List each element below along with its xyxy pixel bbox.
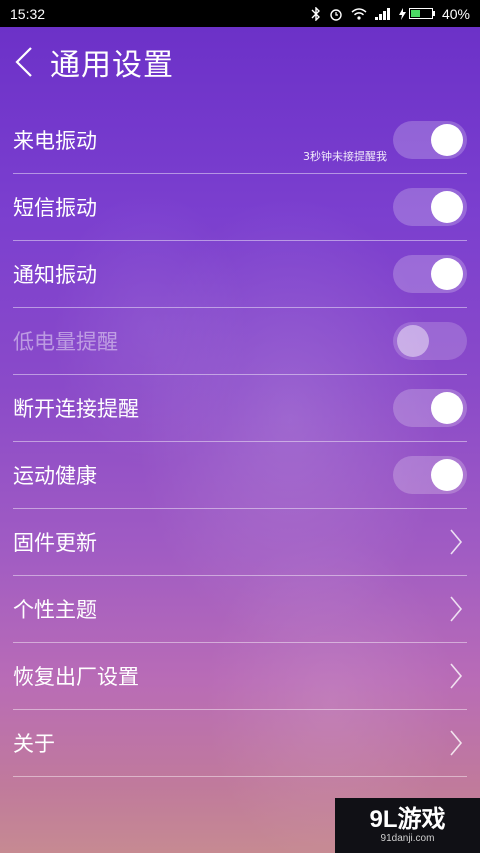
site-watermark: 9L游戏 91danji.com [335, 798, 480, 853]
setting-disconnect-alert[interactable]: 断开连接提醒 [13, 375, 467, 442]
signal-icon [374, 7, 390, 20]
setting-label: 断开连接提醒 [13, 397, 139, 421]
setting-low-battery-alert[interactable]: 低电量提醒 [13, 308, 467, 375]
chevron-right-icon [450, 596, 463, 622]
charging-icon [398, 7, 406, 20]
watermark-logo: 9L游戏 [369, 806, 446, 833]
setting-firmware-update[interactable]: 固件更新 [13, 509, 467, 576]
chevron-right-icon [450, 730, 463, 756]
setting-incoming-call-vibrate[interactable]: 来电振动 3秒钟未接提醒我 [13, 107, 467, 174]
toggle-switch[interactable] [393, 255, 467, 293]
chevron-left-icon [15, 47, 32, 77]
setting-about[interactable]: 关于 [13, 710, 467, 777]
bluetooth-icon [311, 6, 320, 21]
status-bar: 15:32 40% [0, 0, 480, 27]
status-icons: 40% [311, 6, 470, 22]
setting-label: 低电量提醒 [13, 330, 118, 354]
toggle-switch[interactable] [393, 121, 467, 159]
settings-list: 来电振动 3秒钟未接提醒我 短信振动 通知振动 低电量提醒 断开连接提醒 运动健… [0, 107, 480, 777]
battery-percent: 40% [441, 5, 470, 22]
setting-label: 固件更新 [13, 531, 97, 555]
setting-hint: 3秒钟未接提醒我 [303, 150, 387, 163]
setting-sports-health[interactable]: 运动健康 [13, 442, 467, 509]
setting-label: 来电振动 [13, 129, 97, 153]
wifi-icon [351, 7, 367, 20]
toggle-switch[interactable] [393, 456, 467, 494]
setting-label: 恢复出厂设置 [13, 665, 139, 689]
chevron-right-icon [450, 663, 463, 689]
setting-label: 关于 [13, 732, 55, 756]
header: 通用设置 [0, 27, 480, 97]
toggle-switch[interactable] [393, 322, 467, 360]
chevron-right-icon [450, 529, 463, 555]
setting-sms-vibrate[interactable]: 短信振动 [13, 174, 467, 241]
battery-icon [408, 8, 433, 19]
status-time: 15:32 [10, 5, 46, 22]
alarm-icon [330, 8, 342, 21]
setting-label: 个性主题 [13, 598, 97, 622]
page-title: 通用设置 [50, 48, 174, 83]
setting-label: 通知振动 [13, 263, 97, 287]
watermark-url: 91danji.com [380, 833, 435, 844]
setting-factory-reset[interactable]: 恢复出厂设置 [13, 643, 467, 710]
toggle-switch[interactable] [393, 188, 467, 226]
setting-label: 短信振动 [13, 196, 97, 220]
battery-indicator: 40% [398, 5, 470, 22]
toggle-switch[interactable] [393, 389, 467, 427]
back-button[interactable] [2, 27, 46, 97]
setting-notification-vibrate[interactable]: 通知振动 [13, 241, 467, 308]
setting-label: 运动健康 [13, 464, 97, 488]
setting-personal-theme[interactable]: 个性主题 [13, 576, 467, 643]
